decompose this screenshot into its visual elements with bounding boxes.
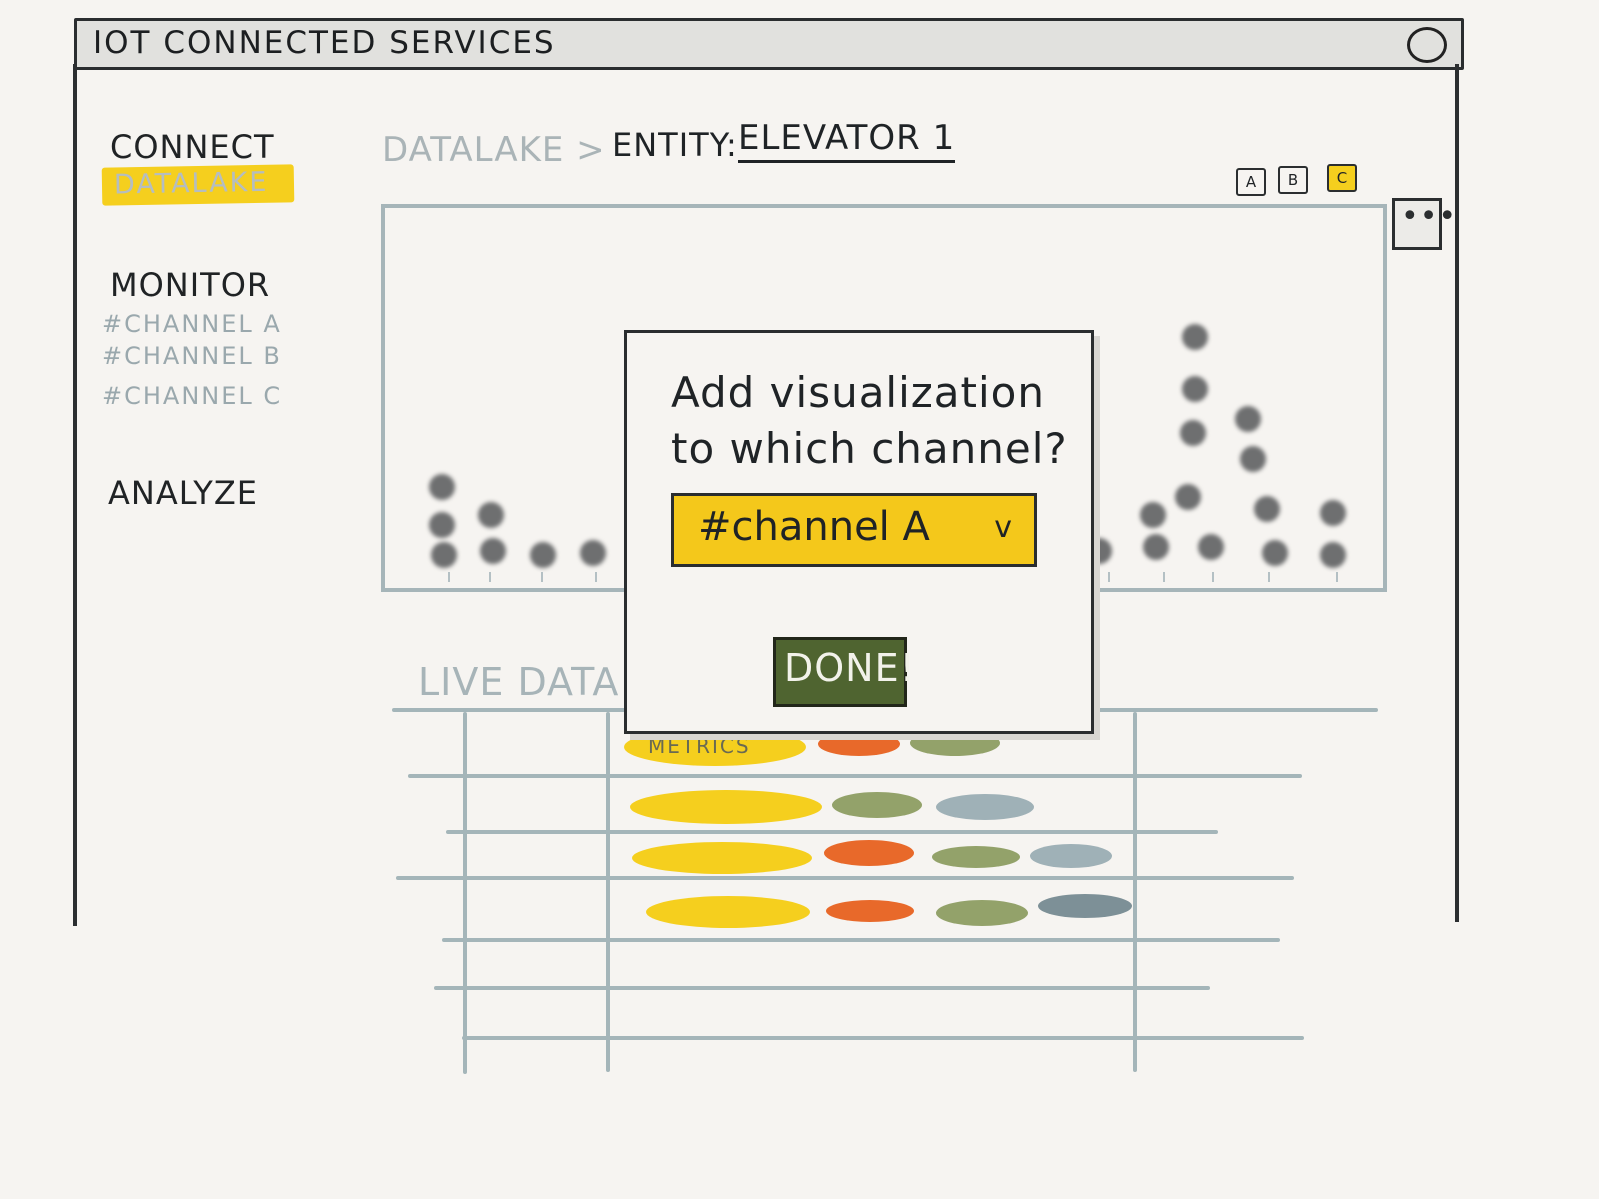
channel-select[interactable]: #channel A v (671, 493, 1037, 567)
metric-cell (818, 732, 900, 756)
breadcrumb-entity-label: ENTITY: (612, 126, 738, 164)
chart-point (1182, 376, 1208, 402)
chart-point (530, 542, 556, 568)
chart-point (1182, 324, 1208, 350)
view-toggle-c[interactable]: C (1327, 164, 1357, 192)
more-options-button[interactable]: ••• (1392, 198, 1456, 250)
breadcrumb-entity-value[interactable]: ELEVATOR 1 (738, 118, 956, 163)
metric-cell (630, 790, 822, 824)
chart-point (1254, 496, 1280, 522)
chart-point (1262, 540, 1288, 566)
table-column-divider (606, 712, 610, 1072)
table-column-divider (463, 712, 467, 1074)
metric-cell (824, 840, 914, 866)
nav-item-channel-b[interactable]: #CHANNEL B (102, 342, 282, 370)
metric-cell (936, 900, 1028, 926)
chart-tick (489, 572, 491, 582)
chart-point (1180, 420, 1206, 446)
metric-cell (832, 792, 922, 818)
chevron-down-icon[interactable]: v (994, 510, 1012, 545)
chart-point (1140, 502, 1166, 528)
more-icon: ••• (1401, 199, 1458, 234)
live-data-title: LIVE DATA (418, 660, 620, 704)
dialog-prompt: Add visualization to which channel? (671, 368, 1068, 473)
nav-heading-monitor: MONITOR (110, 266, 271, 304)
window-left-border (73, 64, 77, 926)
nav-item-datalake-label: DATALAKE (113, 166, 269, 201)
chart-tick (448, 572, 450, 582)
chart-point (580, 540, 606, 566)
chart-tick (1268, 572, 1270, 582)
chart-tick (595, 572, 597, 582)
app-title: IOT CONNECTED SERVICES (93, 25, 556, 61)
chart-tick (1212, 572, 1214, 582)
window-right-border (1455, 64, 1459, 922)
metric-cell (632, 842, 812, 874)
table-row-divider (446, 830, 1218, 834)
metrics-header-label: METRICS (648, 734, 751, 758)
table-row-divider (462, 1036, 1304, 1040)
add-visualization-dialog: Add visualization to which channel? #cha… (624, 330, 1094, 734)
table-row-divider (442, 938, 1280, 942)
chart-tick (1108, 572, 1110, 582)
table-column-divider (1133, 712, 1137, 1072)
chart-point (1143, 534, 1169, 560)
chart-point (480, 538, 506, 564)
done-button-label: DONE! (784, 646, 916, 690)
view-toggle-a[interactable]: A (1236, 168, 1266, 196)
metric-cell (646, 896, 810, 928)
nav-item-channel-a[interactable]: #CHANNEL A (102, 310, 282, 338)
chart-tick (1336, 572, 1338, 582)
chart-point (1235, 406, 1261, 432)
chart-point (431, 542, 457, 568)
chart-point (429, 512, 455, 538)
chart-tick (541, 572, 543, 582)
chart-point (1175, 484, 1201, 510)
table-row-divider (434, 986, 1210, 990)
table-row-divider (408, 774, 1302, 778)
breadcrumb-root[interactable]: DATALAKE > (382, 130, 606, 170)
nav-heading-connect: CONNECT (110, 128, 275, 166)
chart-point (478, 502, 504, 528)
chart-point (1198, 534, 1224, 560)
close-icon[interactable] (1407, 27, 1447, 63)
metric-cell (936, 794, 1034, 820)
chart-point (429, 474, 455, 500)
view-toggle-b[interactable]: B (1278, 166, 1308, 194)
channel-select-value: #channel A (698, 504, 930, 550)
done-button[interactable]: DONE! (773, 637, 915, 707)
chart-point (1240, 446, 1266, 472)
chart-tick (1163, 572, 1165, 582)
window-titlebar: IOT CONNECTED SERVICES (74, 18, 1464, 70)
nav-item-datalake[interactable]: DATALAKE (101, 164, 295, 206)
metric-cell (1038, 894, 1132, 918)
nav-item-channel-c[interactable]: #CHANNEL C (102, 382, 282, 410)
metric-cell (826, 900, 914, 922)
nav-heading-analyze[interactable]: ANALYZE (108, 474, 258, 512)
chart-point (1320, 500, 1346, 526)
table-row-divider (396, 876, 1294, 880)
metric-cell (1030, 844, 1112, 868)
chart-point (1320, 542, 1346, 568)
metric-cell (932, 846, 1020, 868)
